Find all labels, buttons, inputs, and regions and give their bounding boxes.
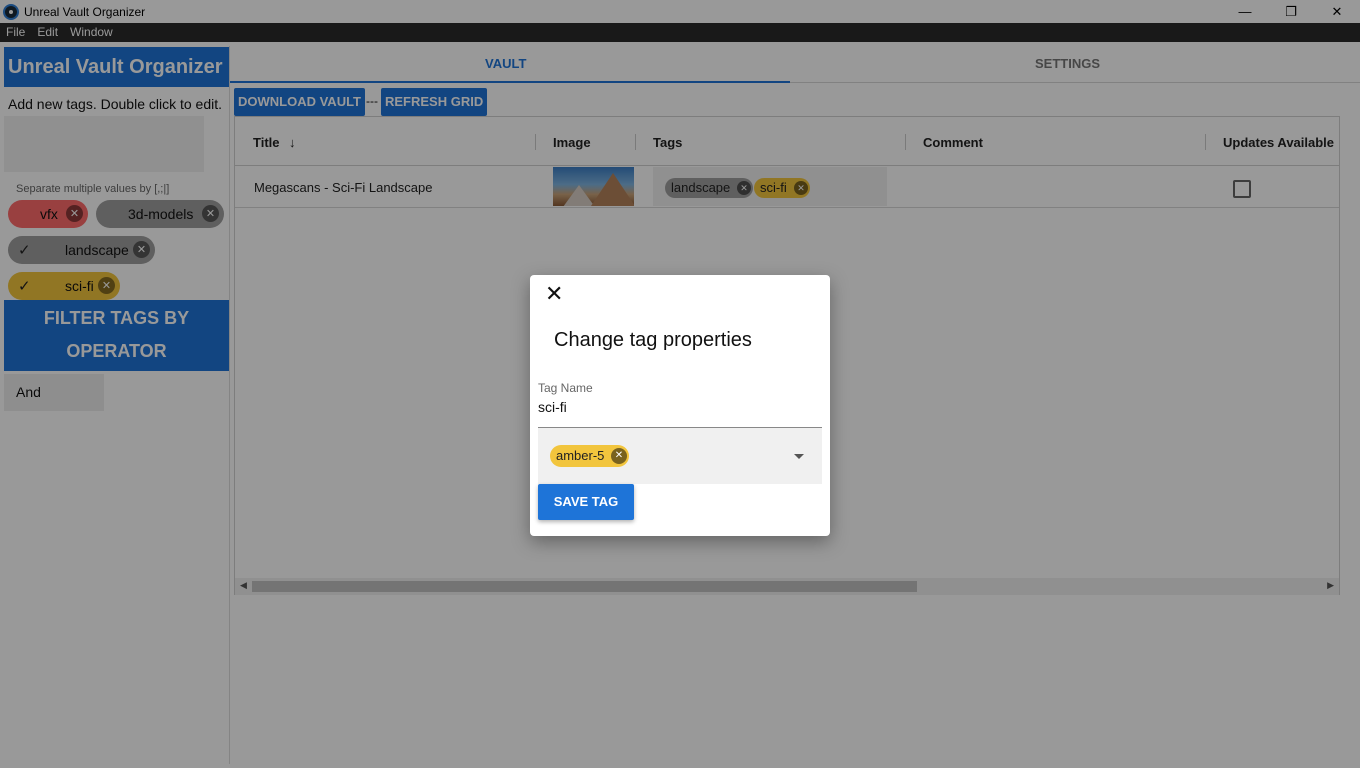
tag-name-field[interactable]: Tag Name sci-fi bbox=[538, 379, 822, 428]
tag-name-label: Tag Name bbox=[538, 381, 593, 395]
color-chip-amber[interactable]: amber-5 ✕ bbox=[550, 445, 629, 467]
dialog-title: Change tag properties bbox=[554, 329, 752, 351]
color-chip-label: amber-5 bbox=[556, 448, 605, 463]
remove-color-icon[interactable]: ✕ bbox=[611, 448, 627, 464]
change-tag-dialog: ✕ Change tag properties Tag Name sci-fi … bbox=[530, 275, 830, 536]
tag-color-select[interactable]: amber-5 ✕ bbox=[538, 428, 822, 484]
close-icon[interactable]: ✕ bbox=[545, 283, 563, 305]
tag-name-value[interactable]: sci-fi bbox=[538, 399, 567, 415]
save-tag-button[interactable]: SAVE TAG bbox=[538, 484, 634, 520]
chevron-down-icon[interactable] bbox=[794, 454, 804, 459]
